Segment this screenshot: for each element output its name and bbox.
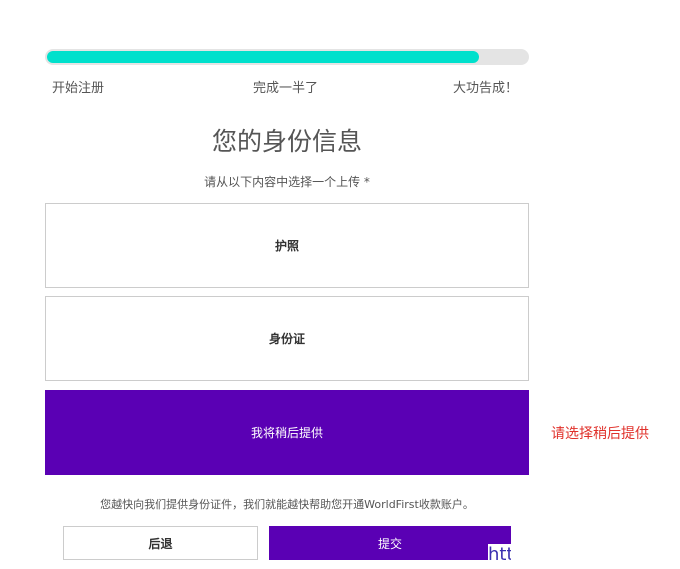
subtitle: 请从以下内容中选择一个上传 * [204,175,370,189]
step-start: 开始注册 [52,81,105,96]
step-done: 大功告成！ [453,81,519,96]
progress-fill [47,51,479,63]
page-title: 您的身份信息 [211,127,362,156]
overlay-url-text: htt [488,544,511,565]
option-id-card[interactable]: 身份证 [45,296,529,381]
progress-bar [45,49,529,65]
option-provide-later[interactable]: 我将稍后提供 [45,390,529,475]
submit-button[interactable]: 提交 [269,526,511,560]
option-passport[interactable]: 护照 [45,203,529,288]
back-button[interactable]: 后退 [63,526,258,560]
error-message: 请选择稍后提供 [551,426,649,442]
info-note: 您越快向我们提供身份证件，我们就能越快帮助您开通WorldFirst收款账户。 [100,498,474,511]
step-half: 完成一半了 [253,81,319,96]
